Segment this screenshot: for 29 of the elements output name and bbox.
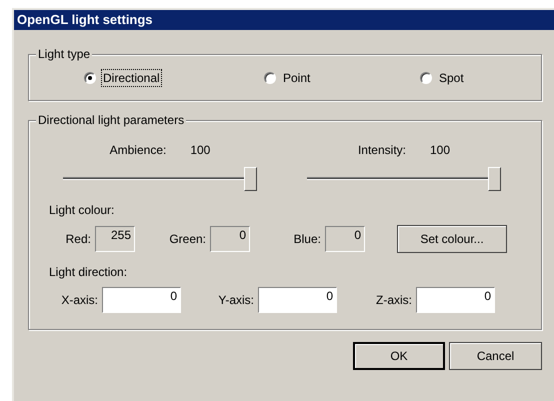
- radio-button[interactable]: [264, 72, 276, 84]
- field-label: Z-axis:: [376, 293, 412, 307]
- radio-button[interactable]: [420, 72, 432, 84]
- field-label: Green:: [169, 232, 206, 246]
- radio-label[interactable]: Directional: [102, 70, 161, 86]
- group-label: Light type: [36, 47, 92, 61]
- slider-reading: 100: [430, 143, 450, 157]
- dialog-button[interactable]: Cancel: [449, 342, 542, 370]
- slider-reading: 100: [190, 143, 210, 157]
- input-field[interactable]: 0: [258, 287, 337, 313]
- radio-label[interactable]: Point: [282, 70, 312, 86]
- dialog-button[interactable]: OK: [353, 342, 445, 370]
- input-field[interactable]: 0: [416, 287, 495, 313]
- window-title: OpenGL light settings: [14, 10, 554, 30]
- slider-thumb[interactable]: [488, 167, 501, 191]
- section-label: Light direction:: [48, 265, 128, 279]
- slider-thumb[interactable]: [244, 167, 257, 191]
- radio-button[interactable]: [84, 72, 96, 84]
- field-label: Y-axis:: [218, 293, 254, 307]
- set-colour-button[interactable]: Set colour...: [397, 225, 507, 253]
- field-label: Blue:: [294, 232, 321, 246]
- input-field[interactable]: 0: [102, 287, 181, 313]
- slider-label: Ambience:: [110, 143, 166, 157]
- slider-label: Intensity:: [358, 143, 406, 157]
- section-label: Light colour:: [48, 203, 116, 217]
- field-label: Red:: [66, 232, 91, 246]
- group-label: Directional light parameters: [36, 113, 186, 127]
- radio-label[interactable]: Spot: [438, 70, 465, 86]
- field-label: X-axis:: [61, 293, 98, 307]
